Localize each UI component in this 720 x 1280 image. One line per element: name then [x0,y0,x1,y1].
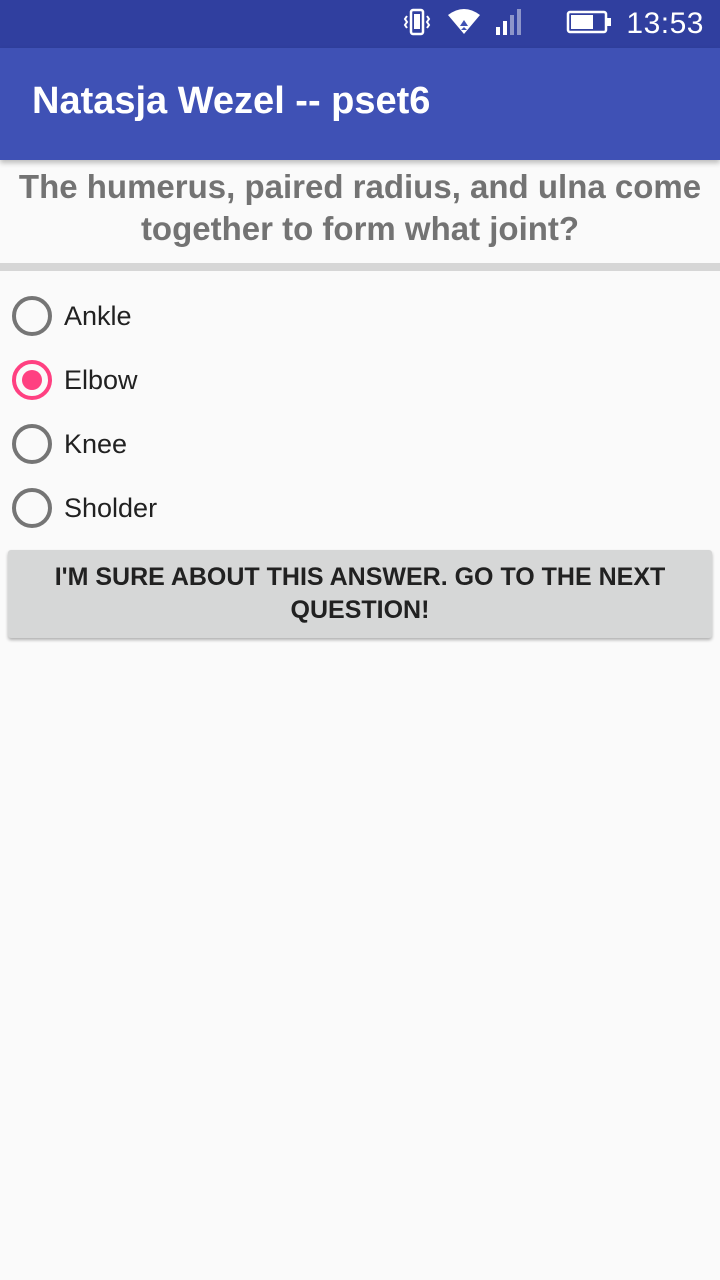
option-sholder[interactable]: Sholder [0,476,720,540]
app-bar: Natasja Wezel -- pset6 [0,48,720,160]
option-knee[interactable]: Knee [0,412,720,476]
option-label: Elbow [64,364,138,395]
battery-icon [566,7,612,42]
next-question-button[interactable]: I'M SURE ABOUT THIS ANSWER. GO TO THE NE… [8,550,712,638]
radio-button[interactable] [12,296,52,336]
signal-icon [496,7,522,42]
question-text: The humerus, paired radius, and ulna com… [18,168,702,247]
radio-button[interactable] [12,360,52,400]
option-ankle[interactable]: Ankle [0,284,720,348]
clock: 13:53 [626,7,704,40]
status-icons: 13:53 [402,0,704,48]
option-label: Sholder [64,492,158,523]
answer-radio-group: Ankle Elbow Knee Sholder [0,284,720,540]
app-title: Natasja Wezel -- pset6 [32,80,431,122]
radio-button[interactable] [12,488,52,528]
divider [0,263,720,271]
option-label: Knee [64,428,128,459]
option-label: Ankle [64,300,132,331]
wifi-icon [446,7,482,42]
option-elbow[interactable]: Elbow [0,348,720,412]
status-bar: 13:53 [0,0,720,48]
radio-button[interactable] [12,424,52,464]
vibrate-icon [402,7,432,42]
